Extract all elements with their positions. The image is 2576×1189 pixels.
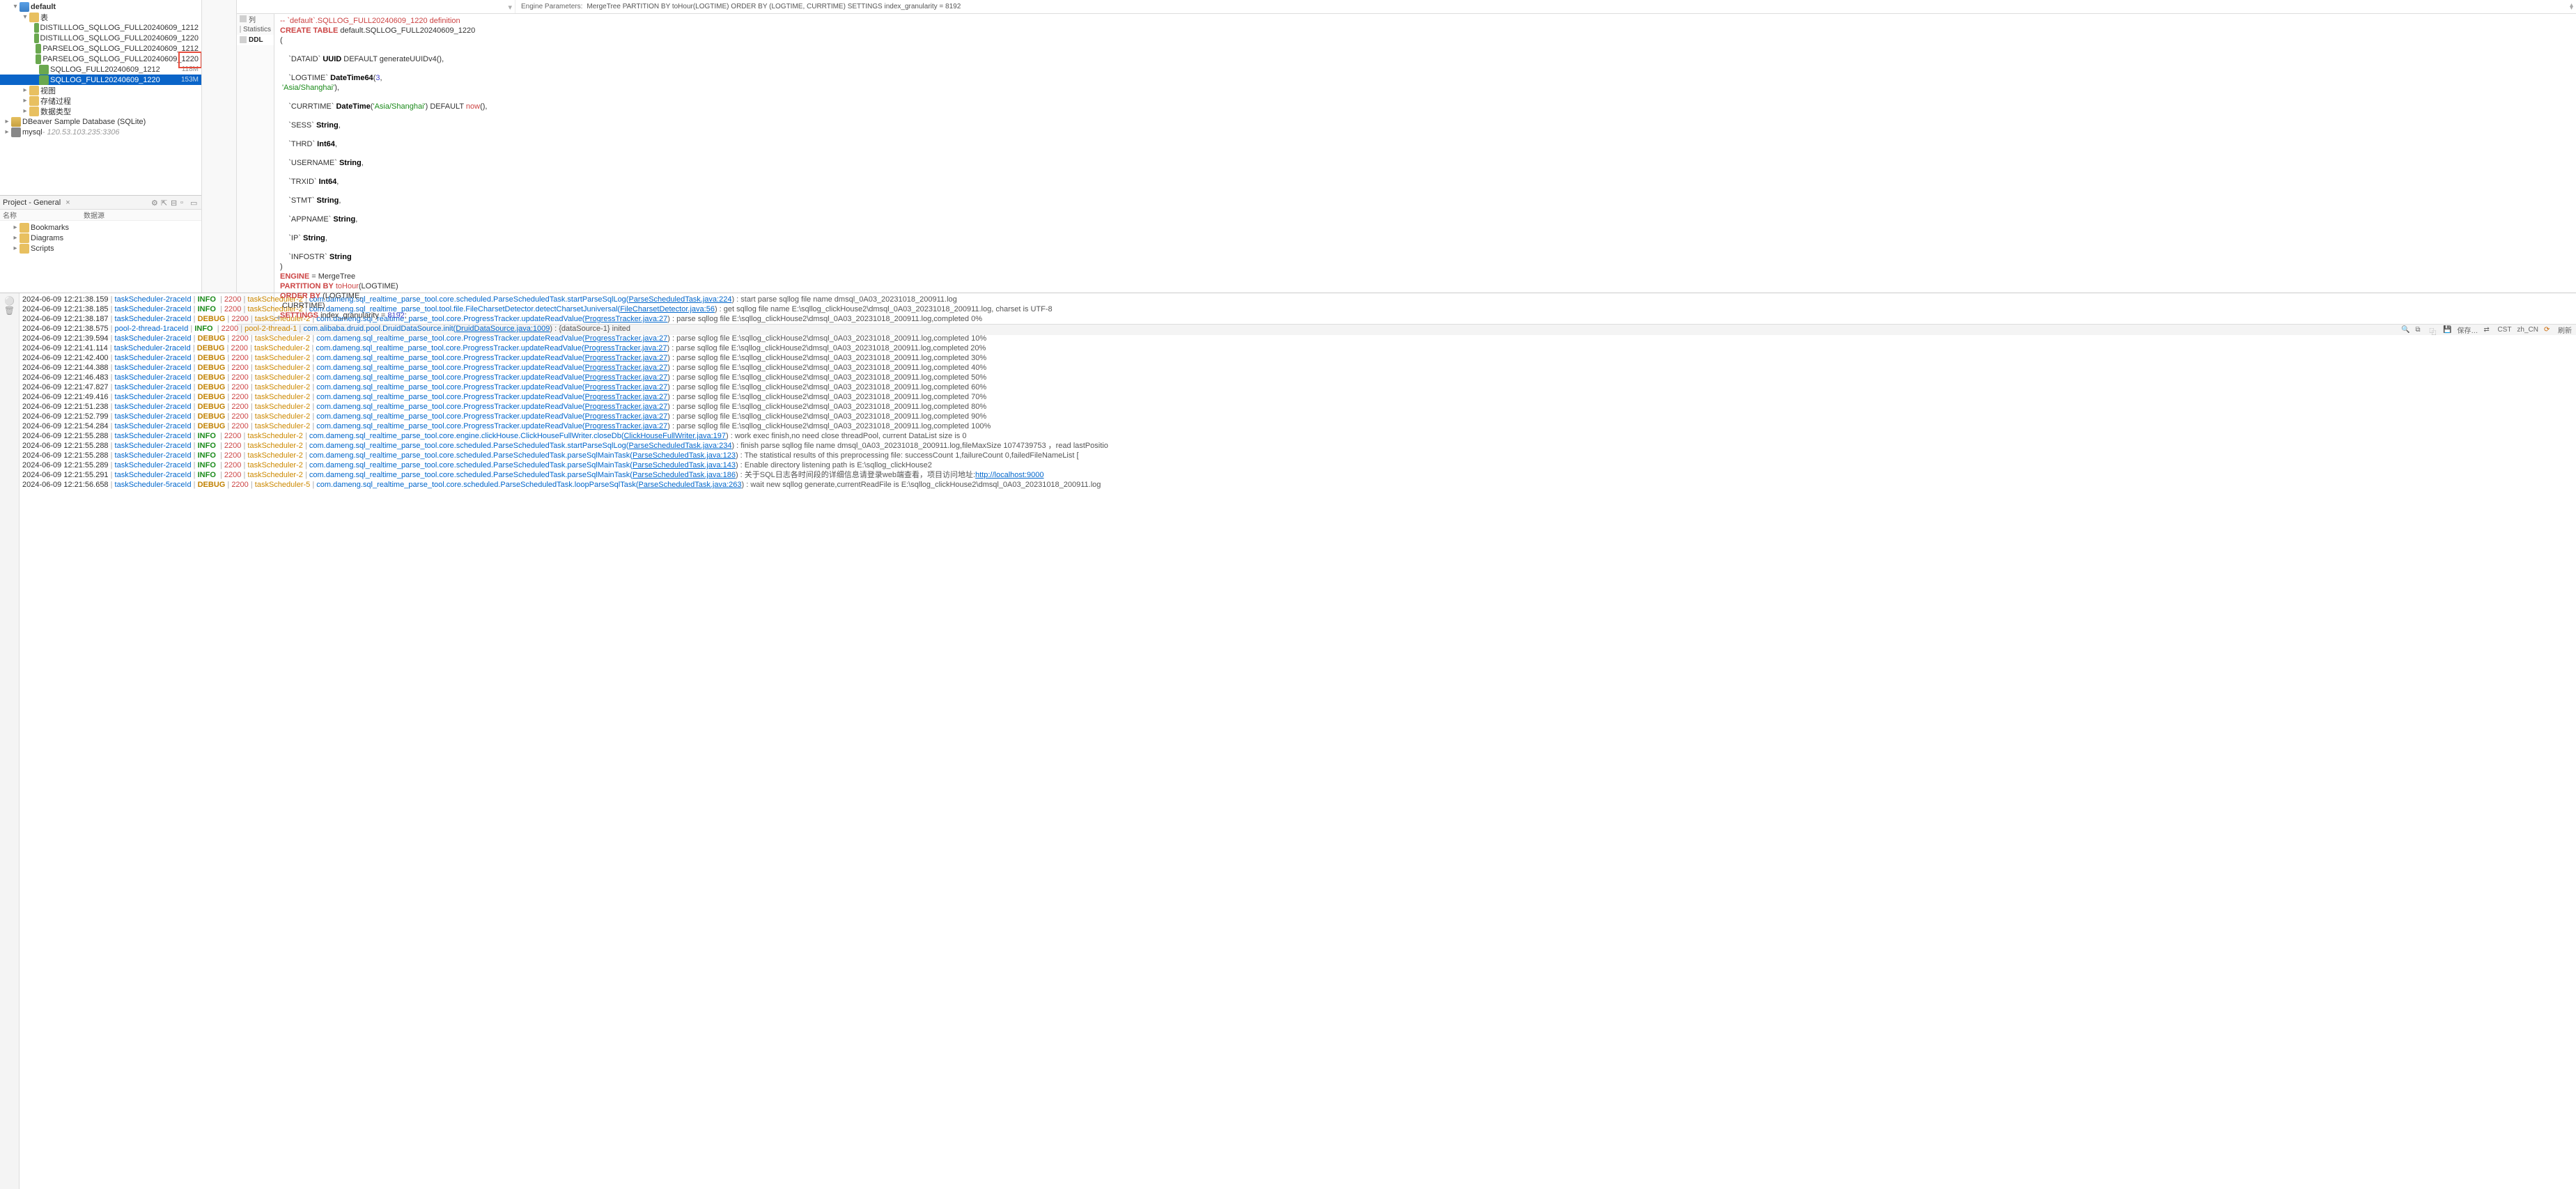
side-tabs: 列 Statistics DDL	[237, 14, 274, 324]
tree-db-mysql[interactable]: ▸mysql - 120.53.103.235:3306	[0, 127, 201, 137]
grid-icon	[240, 15, 247, 22]
table-icon	[39, 75, 49, 85]
tree-table[interactable]: DISTILLLOG_SQLLOG_FULL20240609_1220	[0, 33, 201, 43]
table-icon	[36, 54, 41, 64]
table-icon	[34, 23, 38, 33]
folder-icon	[29, 86, 39, 95]
engine-params: Engine Parameters: MergeTree PARTITION BY…	[515, 0, 2576, 13]
editor-area: ▾ Engine Parameters: MergeTree PARTITION …	[237, 0, 2576, 293]
maximize-icon[interactable]: ▭	[190, 199, 199, 207]
log-line: 2024-06-09 12:21:55.288 | taskScheduler-…	[22, 441, 2573, 451]
console-gutter: ⚪ 🗑	[0, 293, 20, 1189]
folder-icon	[20, 233, 29, 243]
log-line: 2024-06-09 12:21:41.114 | taskScheduler-…	[22, 343, 2573, 353]
database-tree[interactable]: ▾default ▾表 DISTILLLOG_SQLLOG_FULL202406…	[0, 0, 201, 195]
link-icon[interactable]: ⇱	[161, 199, 169, 207]
trash-icon[interactable]: 🗑	[0, 306, 19, 316]
folder-icon	[29, 107, 39, 116]
highlight-box	[178, 52, 201, 68]
log-line: 2024-06-09 12:21:38.575 | pool-2-thread-…	[22, 324, 2573, 334]
tree-table[interactable]: PARSELOG_SQLLOG_FULL20240609_1220	[0, 54, 201, 64]
properties-strip	[202, 0, 237, 293]
log-line: 2024-06-09 12:21:46.483 | taskScheduler-…	[22, 373, 2573, 382]
filter-icon[interactable]: ⚪	[0, 296, 19, 306]
engine-left: ▾	[237, 0, 515, 13]
tree-table[interactable]: SQLLOG_FULL20240609_1220153M	[0, 75, 201, 85]
table-icon	[34, 33, 38, 43]
log-line: 2024-06-09 12:21:39.594 | taskScheduler-…	[22, 334, 2573, 343]
folder-icon	[20, 244, 29, 254]
project-item[interactable]: ▸Diagrams	[0, 233, 201, 243]
log-line: 2024-06-09 12:21:51.238 | taskScheduler-…	[22, 402, 2573, 412]
project-title: Project - General	[3, 199, 61, 207]
project-item[interactable]: ▸Bookmarks	[0, 222, 201, 233]
table-icon	[39, 65, 49, 75]
engine-bar: ▾ Engine Parameters: MergeTree PARTITION …	[237, 0, 2576, 14]
tree-folder-views[interactable]: ▸视图	[0, 85, 201, 95]
tree-table[interactable]: DISTILLLOG_SQLLOG_FULL20240609_1212	[0, 22, 201, 33]
stats-icon	[240, 26, 241, 33]
chevron-left-icon[interactable]: ◂	[276, 313, 280, 322]
collapse-icon[interactable]: ⊟	[171, 199, 179, 207]
table-icon	[36, 44, 41, 54]
minimize-icon[interactable]: ▫	[180, 199, 189, 207]
database-icon	[11, 127, 21, 137]
tree-db-sample[interactable]: ▸DBeaver Sample Database (SQLite)	[0, 116, 201, 127]
log-line: 2024-06-09 12:21:47.827 | taskScheduler-…	[22, 382, 2573, 392]
log-line: 2024-06-09 12:21:52.799 | taskScheduler-…	[22, 412, 2573, 421]
tree-table[interactable]: PARSELOG_SQLLOG_FULL20240609_1212	[0, 43, 201, 54]
chevron-down-icon[interactable]: ▾	[508, 3, 512, 12]
folder-icon	[20, 223, 29, 233]
tree-folder-types[interactable]: ▸数据类型	[0, 106, 201, 116]
tab-columns[interactable]: 列	[237, 14, 274, 24]
log-line: 2024-06-09 12:21:49.416 | taskScheduler-…	[22, 392, 2573, 402]
tab-ddl[interactable]: DDL	[237, 35, 274, 45]
log-line: 2024-06-09 12:21:55.291 | taskScheduler-…	[22, 470, 2573, 480]
engine-label: Engine Parameters:	[521, 3, 582, 10]
log-line: 2024-06-09 12:21:44.388 | taskScheduler-…	[22, 363, 2573, 373]
project-item[interactable]: ▸Scripts	[0, 243, 201, 254]
tree-db-default[interactable]: ▾default	[0, 1, 201, 12]
tree-folder-procs[interactable]: ▸存储过程	[0, 95, 201, 106]
project-panel: Project - General × ⚙ ⇱ ⊟ ▫ ▭ 名称数据源 ▸Boo…	[0, 195, 201, 293]
navigator-panel: ▾default ▾表 DISTILLLOG_SQLLOG_FULL202406…	[0, 0, 202, 293]
ddl-editor[interactable]: -- `default`.SQLLOG_FULL20240609_1220 de…	[274, 14, 2576, 324]
engine-value: MergeTree PARTITION BY toHour(LOGTIME) O…	[587, 3, 961, 10]
chevron-down-icon[interactable]: ▾	[2570, 4, 2573, 12]
tab-statistics[interactable]: Statistics	[237, 24, 274, 35]
tree-table[interactable]: SQLLOG_FULL20240609_1212118M	[0, 64, 201, 75]
tree-folder-tables[interactable]: ▾表	[0, 12, 201, 22]
log-line: 2024-06-09 12:21:55.288 | taskScheduler-…	[22, 431, 2573, 441]
folder-icon	[29, 96, 39, 106]
project-columns: 名称数据源	[0, 210, 201, 221]
project-header: Project - General × ⚙ ⇱ ⊟ ▫ ▭	[0, 196, 201, 210]
log-line: 2024-06-09 12:21:55.289 | taskScheduler-…	[22, 460, 2573, 470]
database-icon	[20, 2, 29, 12]
database-icon	[11, 117, 21, 127]
log-line: 2024-06-09 12:21:56.658 | taskScheduler-…	[22, 480, 2573, 490]
console-output[interactable]: 2024-06-09 12:21:38.159 | taskScheduler-…	[20, 293, 2576, 1189]
ddl-icon	[240, 36, 247, 43]
close-icon[interactable]: ×	[65, 199, 70, 207]
log-line: 2024-06-09 12:21:54.284 | taskScheduler-…	[22, 421, 2573, 431]
folder-icon	[29, 13, 39, 22]
gear-icon[interactable]: ⚙	[151, 199, 160, 207]
log-line: 2024-06-09 12:21:55.288 | taskScheduler-…	[22, 451, 2573, 460]
log-line: 2024-06-09 12:21:42.400 | taskScheduler-…	[22, 353, 2573, 363]
console-panel: ⚪ 🗑 2024-06-09 12:21:38.159 | taskSchedu…	[0, 293, 2576, 1189]
